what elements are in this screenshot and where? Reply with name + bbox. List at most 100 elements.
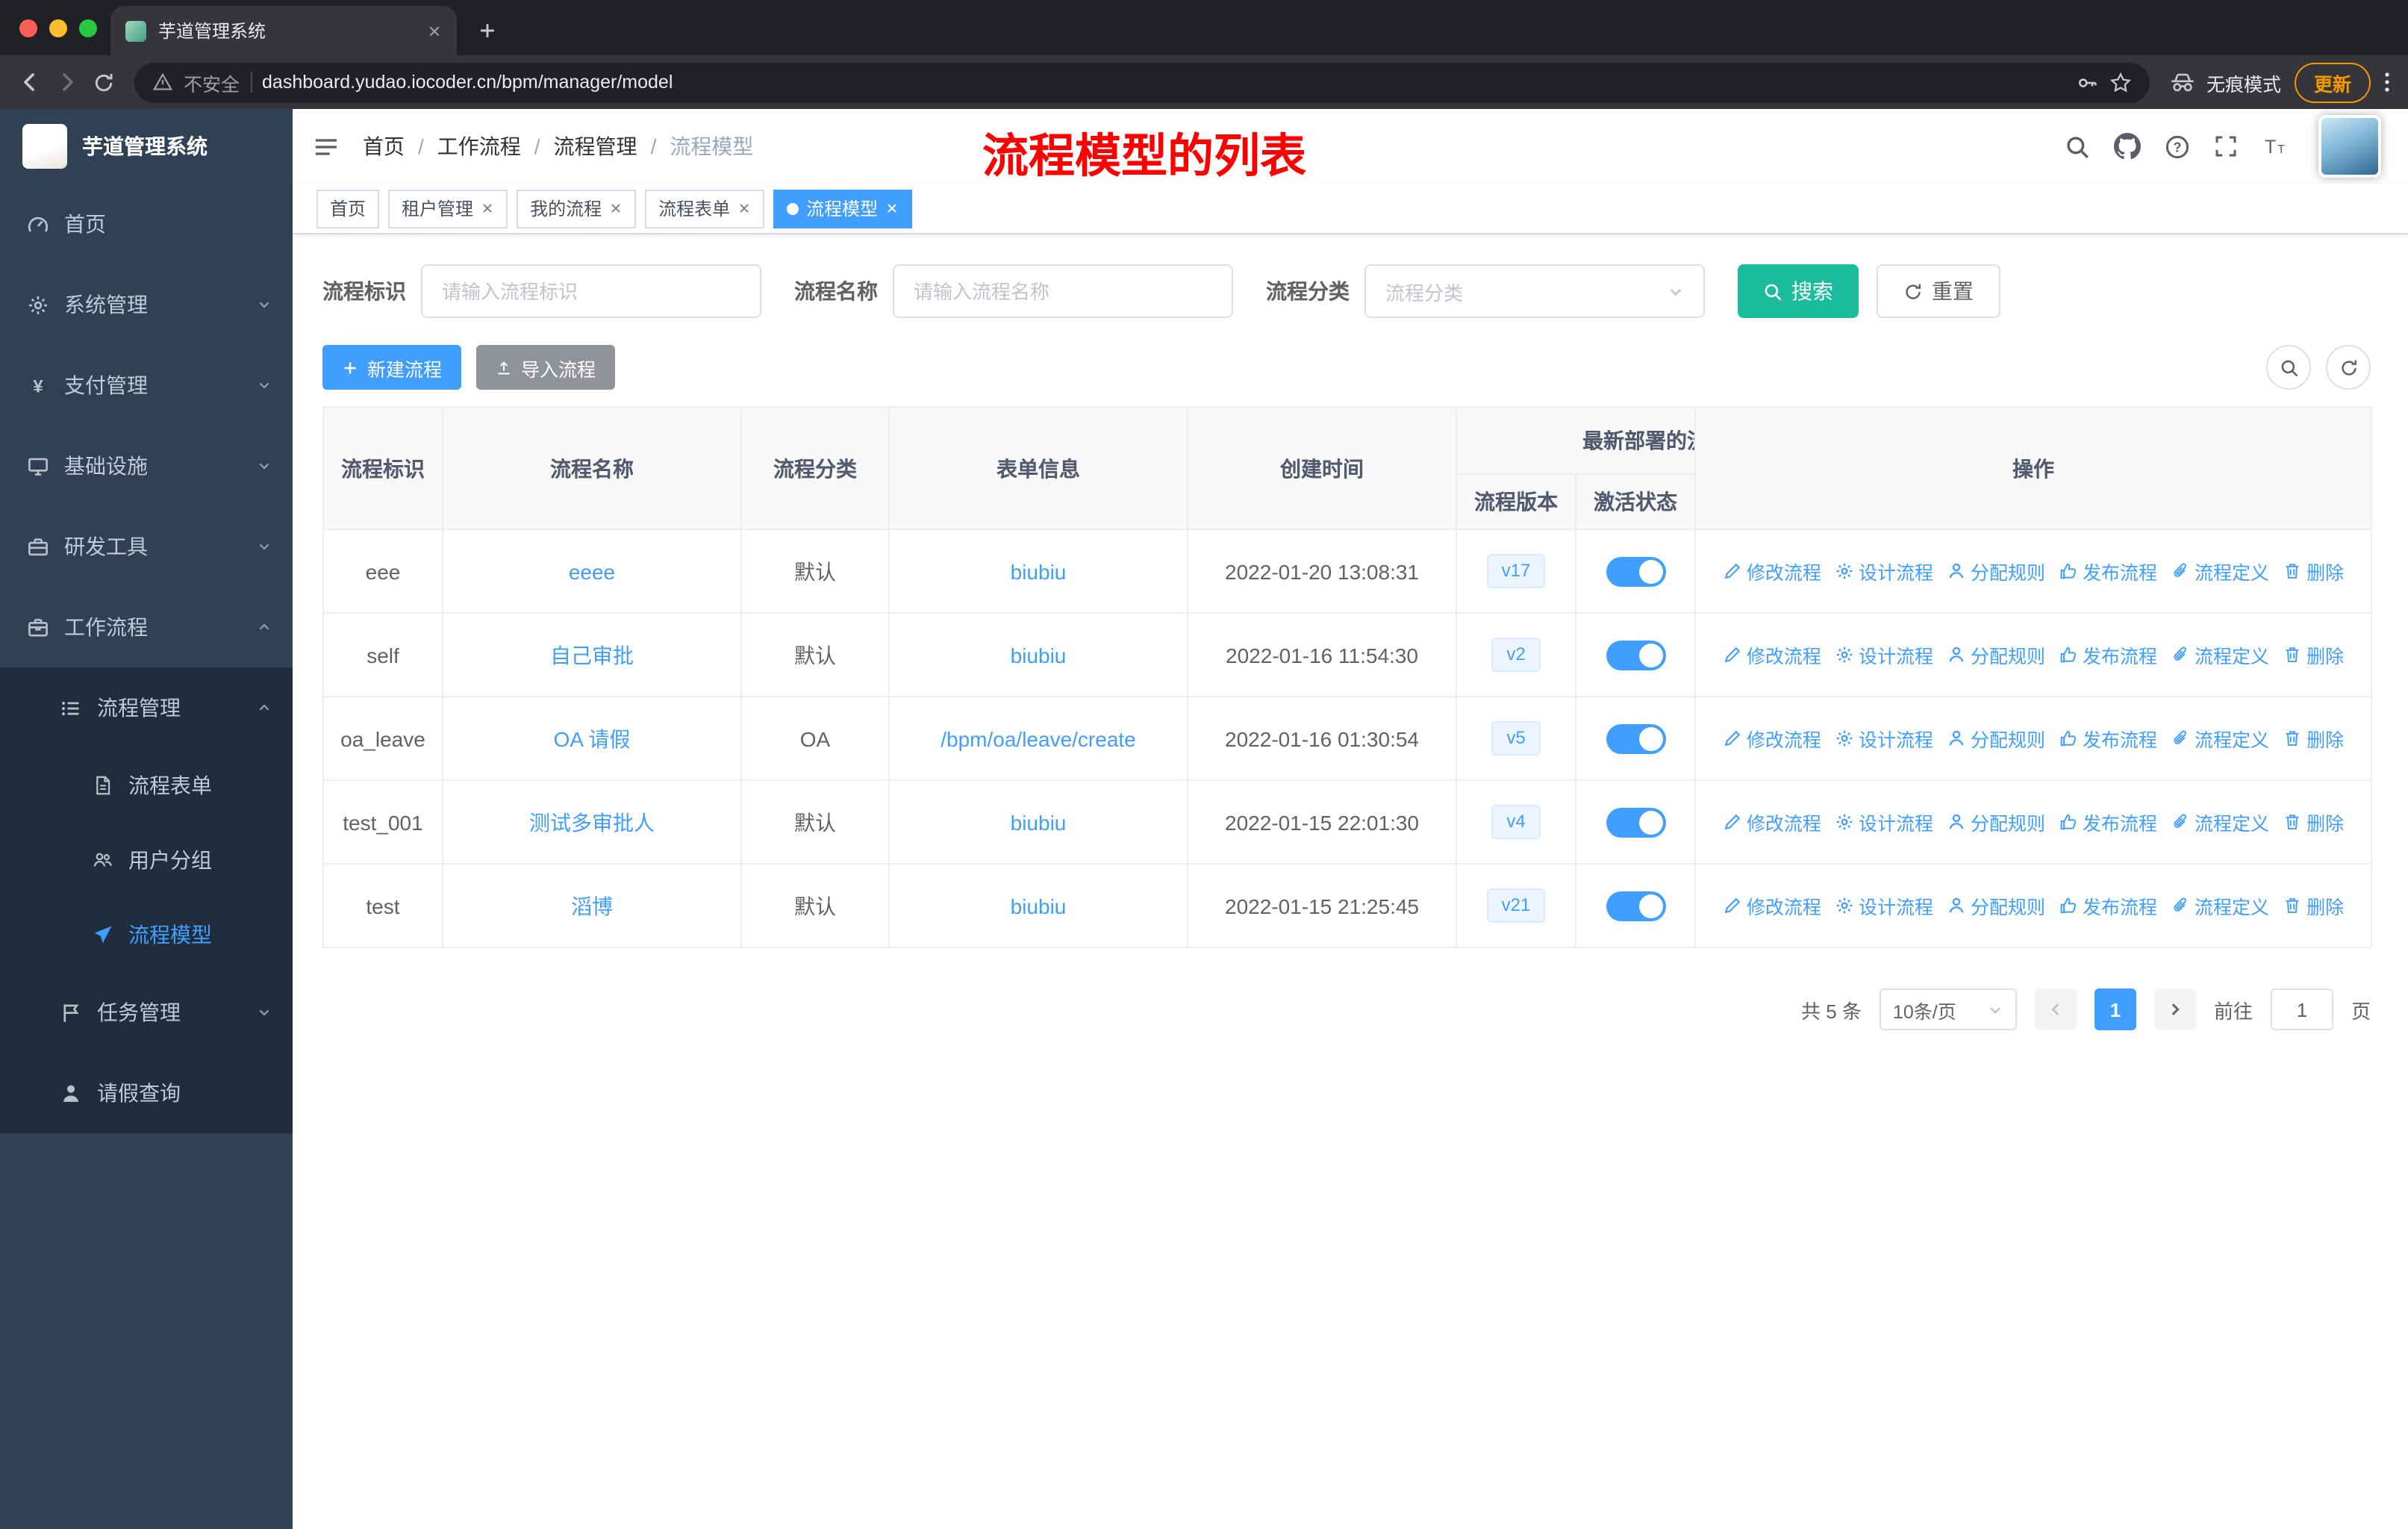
- toggle-search-button[interactable]: [2266, 345, 2311, 390]
- process-name-link[interactable]: eeee: [569, 559, 615, 583]
- process-definition-link[interactable]: 流程定义: [2171, 557, 2269, 585]
- breadcrumb-workflow[interactable]: 工作流程: [405, 131, 521, 161]
- prev-page-button[interactable]: [2034, 988, 2077, 1030]
- tag-process-model[interactable]: 流程模型: [773, 189, 913, 228]
- app-logo[interactable]: 芋道管理系统: [0, 109, 293, 184]
- github-icon[interactable]: [2114, 133, 2141, 160]
- minimize-window-button[interactable]: [49, 19, 67, 37]
- font-size-icon[interactable]: [2262, 134, 2289, 158]
- help-icon[interactable]: [2165, 134, 2190, 159]
- browser-tab[interactable]: 芋道管理系统: [110, 6, 457, 55]
- tag-process-form[interactable]: 流程表单: [645, 189, 765, 228]
- sidebar-item-process-management[interactable]: 流程管理: [0, 667, 293, 748]
- delete-process-link[interactable]: 删除: [2283, 891, 2344, 920]
- close-icon[interactable]: [737, 202, 751, 215]
- close-icon[interactable]: [609, 202, 623, 215]
- current-page-button[interactable]: 1: [2094, 988, 2136, 1030]
- assign-rule-link[interactable]: 分配规则: [1947, 641, 2045, 669]
- publish-process-link[interactable]: 发布流程: [2059, 724, 2157, 753]
- assign-rule-link[interactable]: 分配规则: [1947, 724, 2045, 753]
- active-toggle[interactable]: [1606, 723, 1665, 753]
- search-button[interactable]: 搜索: [1738, 264, 1859, 318]
- assign-rule-link[interactable]: 分配规则: [1947, 891, 2045, 920]
- import-process-button[interactable]: 导入流程: [476, 345, 616, 390]
- reset-button[interactable]: 重置: [1877, 264, 2000, 318]
- fullscreen-icon[interactable]: [2214, 134, 2238, 158]
- sidebar-item-dev-tools[interactable]: 研发工具: [0, 506, 293, 587]
- form-info-link[interactable]: biubiu: [1011, 810, 1067, 834]
- publish-process-link[interactable]: 发布流程: [2059, 808, 2157, 836]
- design-process-link[interactable]: 设计流程: [1835, 808, 1933, 836]
- form-info-link[interactable]: biubiu: [1011, 894, 1067, 918]
- tag-my-process[interactable]: 我的流程: [517, 189, 637, 228]
- form-info-link[interactable]: biubiu: [1011, 559, 1067, 583]
- design-process-link[interactable]: 设计流程: [1835, 557, 1933, 585]
- address-bar[interactable]: 不安全 dashboard.yudao.iocoder.cn/bpm/manag…: [134, 62, 2150, 102]
- edit-process-link[interactable]: 修改流程: [1723, 557, 1821, 585]
- close-window-button[interactable]: [19, 19, 37, 37]
- process-name-link[interactable]: OA 请假: [554, 726, 631, 750]
- sidebar-item-workflow[interactable]: 工作流程: [0, 587, 293, 667]
- sidebar-item-process-model[interactable]: 流程模型: [0, 897, 293, 972]
- close-icon[interactable]: [885, 202, 899, 215]
- hamburger-icon[interactable]: [314, 135, 339, 158]
- reload-icon[interactable]: [93, 71, 115, 93]
- form-info-link[interactable]: biubiu: [1011, 643, 1067, 667]
- goto-page-input[interactable]: [2270, 988, 2333, 1030]
- tab-close-icon[interactable]: [427, 23, 442, 38]
- zoom-window-button[interactable]: [79, 19, 97, 37]
- active-toggle[interactable]: [1606, 891, 1665, 921]
- sidebar-item-user-group[interactable]: 用户分组: [0, 823, 293, 897]
- form-info-link[interactable]: /bpm/oa/leave/create: [941, 726, 1136, 750]
- bookmark-star-icon[interactable]: [2109, 71, 2132, 93]
- design-process-link[interactable]: 设计流程: [1835, 724, 1933, 753]
- tag-home[interactable]: 首页: [316, 189, 380, 228]
- process-definition-link[interactable]: 流程定义: [2171, 724, 2269, 753]
- back-icon[interactable]: [18, 70, 42, 94]
- delete-process-link[interactable]: 删除: [2283, 641, 2344, 669]
- sidebar-item-infrastructure[interactable]: 基础设施: [0, 426, 293, 506]
- sidebar-item-task-management[interactable]: 任务管理: [0, 972, 293, 1053]
- page-size-select[interactable]: 10条/页: [1879, 988, 2017, 1030]
- user-avatar[interactable]: [2318, 115, 2381, 178]
- process-definition-link[interactable]: 流程定义: [2171, 641, 2269, 669]
- design-process-link[interactable]: 设计流程: [1835, 891, 1933, 920]
- browser-menu-icon[interactable]: [2384, 70, 2390, 94]
- design-process-link[interactable]: 设计流程: [1835, 641, 1933, 669]
- new-tab-button[interactable]: [478, 21, 497, 40]
- edit-process-link[interactable]: 修改流程: [1723, 808, 1821, 836]
- breadcrumb-process-management[interactable]: 流程管理: [521, 131, 637, 161]
- sidebar-item-leave-query[interactable]: 请假查询: [0, 1053, 293, 1133]
- warning-icon[interactable]: [152, 72, 173, 93]
- key-icon[interactable]: [2077, 71, 2099, 93]
- category-select[interactable]: 流程分类: [1364, 264, 1705, 318]
- active-toggle[interactable]: [1606, 807, 1665, 837]
- search-icon[interactable]: [2065, 134, 2090, 159]
- process-id-input[interactable]: [421, 264, 761, 318]
- process-definition-link[interactable]: 流程定义: [2171, 891, 2269, 920]
- forward-icon[interactable]: [55, 70, 79, 94]
- delete-process-link[interactable]: 删除: [2283, 557, 2344, 585]
- delete-process-link[interactable]: 删除: [2283, 808, 2344, 836]
- sidebar-item-payment-management[interactable]: 支付管理: [0, 345, 293, 426]
- close-icon[interactable]: [481, 202, 494, 215]
- refresh-table-button[interactable]: [2326, 345, 2371, 390]
- delete-process-link[interactable]: 删除: [2283, 724, 2344, 753]
- process-name-input[interactable]: [893, 264, 1233, 318]
- process-name-link[interactable]: 自己审批: [550, 643, 634, 667]
- active-toggle[interactable]: [1606, 556, 1665, 586]
- process-name-link[interactable]: 测试多审批人: [529, 810, 655, 834]
- assign-rule-link[interactable]: 分配规则: [1947, 808, 2045, 836]
- publish-process-link[interactable]: 发布流程: [2059, 641, 2157, 669]
- breadcrumb-home[interactable]: 首页: [363, 131, 405, 161]
- edit-process-link[interactable]: 修改流程: [1723, 641, 1821, 669]
- update-button[interactable]: 更新: [2294, 62, 2371, 102]
- process-definition-link[interactable]: 流程定义: [2171, 808, 2269, 836]
- publish-process-link[interactable]: 发布流程: [2059, 891, 2157, 920]
- next-page-button[interactable]: [2153, 988, 2196, 1030]
- sidebar-item-home[interactable]: 首页: [0, 184, 293, 264]
- publish-process-link[interactable]: 发布流程: [2059, 557, 2157, 585]
- edit-process-link[interactable]: 修改流程: [1723, 724, 1821, 753]
- active-toggle[interactable]: [1606, 640, 1665, 670]
- sidebar-item-process-form[interactable]: 流程表单: [0, 748, 293, 823]
